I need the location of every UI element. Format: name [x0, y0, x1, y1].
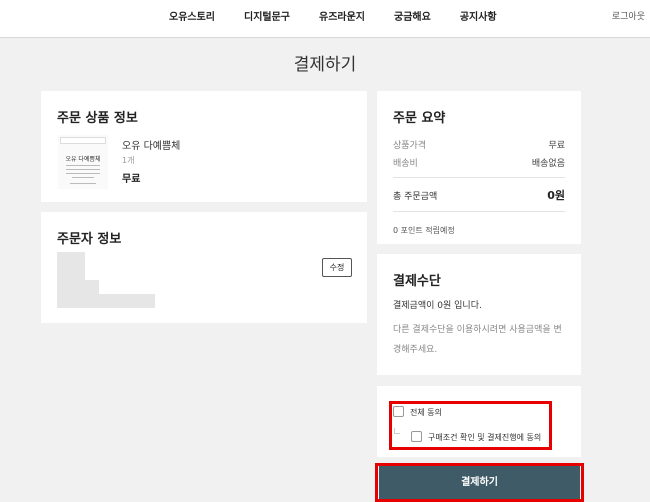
blurred-email	[57, 294, 155, 308]
summary-row-value: 배송없음	[531, 159, 565, 169]
thumbnail-line	[66, 169, 100, 170]
logout-link[interactable]: 로그아웃	[612, 9, 645, 22]
summary-row-value: 무료	[548, 141, 565, 151]
nav-item-oyu-story[interactable]: 오유스토리	[169, 8, 215, 23]
thumbnail-line	[66, 165, 100, 166]
payment-amount-note: 결제금액이 0원 입니다.	[393, 301, 482, 311]
agree-purchase-label[interactable]: 구매조건 확인 및 결제진행에 동의	[428, 432, 541, 443]
points-earned: 0 포인트 적립예정	[393, 226, 455, 235]
summary-row-label: 상품가격	[393, 141, 427, 151]
product-name[interactable]: 오유 다예쁨체	[122, 137, 180, 152]
blurred-name	[57, 252, 85, 280]
nav-item-notice[interactable]: 공지사항	[460, 8, 497, 23]
summary-divider	[393, 177, 565, 178]
payment-method-card: 결제수단 결제금액이 0원 입니다. 다른 결제수단을 이용하시려면 사용금액을…	[377, 254, 581, 375]
order-summary-card: 주문 요약 상품가격 무료 배송비 배송없음 총 주문금액 0원 0 포인트 적…	[377, 91, 581, 244]
orderer-card: 주문자 정보 수정	[41, 212, 367, 323]
product-quantity: 1개	[122, 156, 135, 165]
order-product-card: 주문 상품 정보 오유 다예쁨체 오유 다예쁨체 1개 무료	[41, 91, 367, 202]
agree-all-checkbox[interactable]	[393, 406, 404, 417]
top-navigation: 오유스토리 디지털문구 유즈라운지 궁금해요 공지사항 로그아웃	[0, 0, 650, 38]
total-amount-label: 총 주문금액	[393, 192, 438, 202]
order-summary-title: 주문 요약	[393, 111, 446, 126]
product-thumbnail: 오유 다예쁨체	[58, 135, 108, 189]
payment-change-note: 다른 결제수단을 이용하시려면 사용금액을 변경해주세요.	[393, 325, 562, 355]
blurred-phone	[57, 280, 99, 294]
payment-method-title: 결제수단	[393, 274, 441, 289]
thumbnail-line	[72, 177, 94, 178]
sub-item-connector	[394, 428, 400, 434]
nav-item-users-lounge[interactable]: 유즈라운지	[319, 8, 365, 23]
orderer-title: 주문자 정보	[57, 232, 122, 247]
pay-button[interactable]: 결제하기	[379, 466, 580, 499]
nav-menu: 오유스토리 디지털문구 유즈라운지 궁금해요 공지사항	[169, 8, 526, 23]
summary-row-label: 배송비	[393, 159, 418, 169]
page-title: 결제하기	[293, 55, 357, 75]
agree-all-label[interactable]: 전체 동의	[410, 407, 442, 418]
summary-divider	[393, 211, 565, 212]
thumbnail-line	[70, 183, 96, 184]
nav-item-digital-stationery[interactable]: 디지털문구	[244, 8, 290, 23]
thumbnail-banner	[60, 137, 106, 144]
total-amount-value: 0원	[547, 189, 565, 202]
product-price: 무료	[122, 174, 141, 185]
summary-row-price: 상품가격 무료	[393, 138, 565, 151]
nav-item-faq[interactable]: 궁금해요	[394, 8, 431, 23]
edit-orderer-button[interactable]: 수정	[322, 258, 352, 277]
order-product-title: 주문 상품 정보	[57, 111, 138, 126]
thumbnail-title: 오유 다예쁨체	[65, 156, 101, 163]
summary-row-shipping: 배송비 배송없음	[393, 156, 565, 169]
agree-purchase-checkbox[interactable]	[411, 431, 422, 442]
thumbnail-line	[66, 173, 100, 174]
